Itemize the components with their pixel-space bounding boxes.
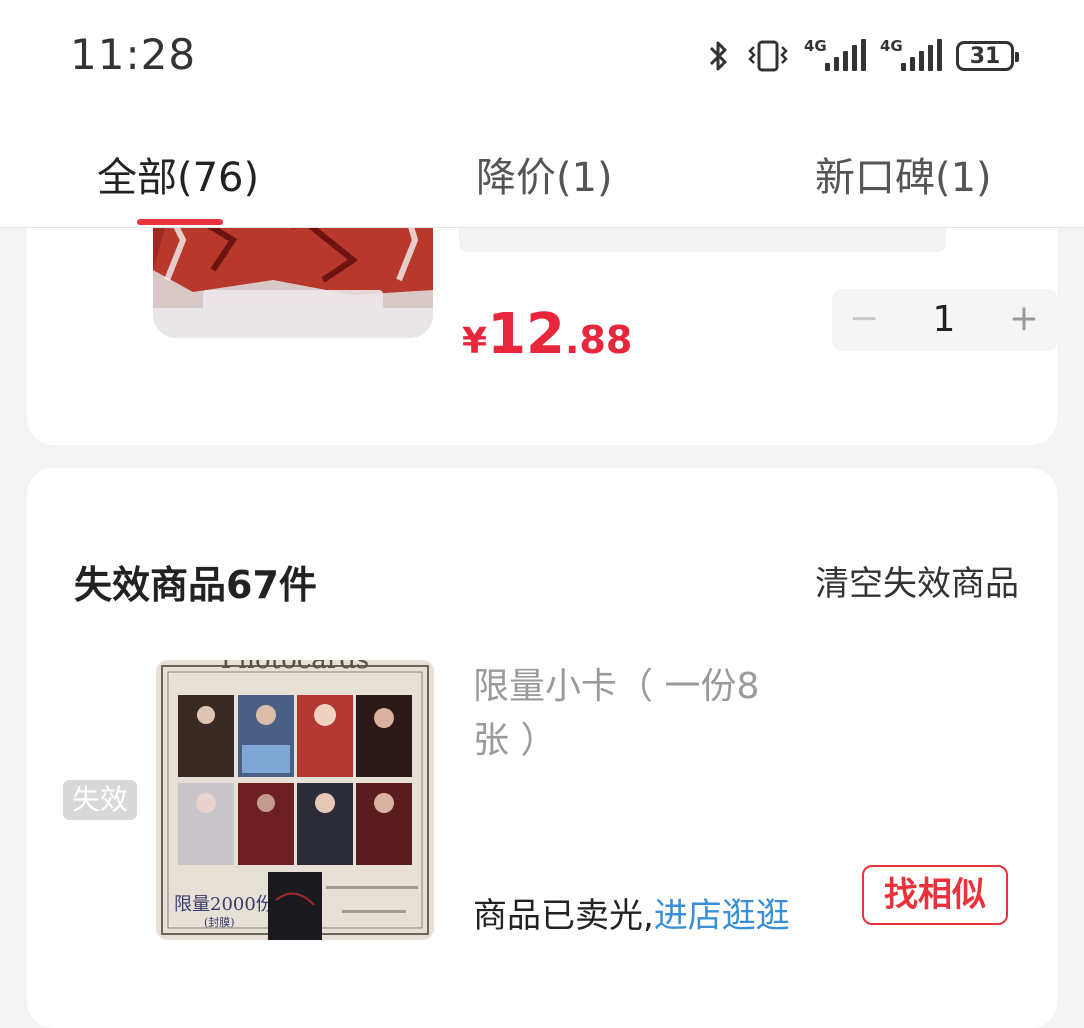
status-icons: 4G 4G 31 (706, 36, 1019, 76)
price-symbol: ¥ (462, 321, 488, 362)
status-time: 11:28 (70, 30, 197, 79)
status-bar: 11:28 4G 4G 31 (0, 0, 1084, 115)
svg-text:Photocards: Photocards (221, 660, 369, 675)
product-name[interactable]: 限量小卡（ 一份8张 ） (473, 660, 793, 768)
active-tab-indicator (137, 219, 223, 225)
signal-icon-1: 4G (804, 39, 866, 73)
invalid-items-card: 失效商品67件 清空失效商品 失效 Photocards 限量2000份 (封膜… (27, 468, 1057, 1028)
photocards-product-photo: Photocards 限量2000份 (封膜) (156, 660, 434, 940)
bluetooth-icon (709, 41, 727, 71)
signal-icon-2: 4G (880, 39, 942, 73)
price-integer: 12 (487, 302, 565, 367)
quantity-value[interactable]: 1 (924, 299, 964, 340)
sold-out-text: 商品已卖光, (473, 896, 654, 936)
tab-bar: 全部(76) 降价(1) 新口碑(1) (0, 115, 1084, 228)
minus-icon[interactable]: − (848, 301, 880, 337)
svg-text:限量2000份: 限量2000份 (174, 894, 274, 915)
sold-out-message: 商品已卖光,进店逛逛 (473, 888, 790, 937)
tab-all[interactable]: 全部(76) (97, 145, 259, 203)
price: ¥12.88 (462, 302, 632, 367)
find-similar-button[interactable]: 找相似 (862, 865, 1008, 925)
plus-icon[interactable]: + (1008, 301, 1040, 337)
price-decimal: .88 (565, 318, 633, 362)
battery-icon: 31 (956, 41, 1019, 71)
invalid-badge: 失效 (63, 780, 137, 820)
visit-shop-link[interactable]: 进店逛逛 (654, 896, 790, 936)
tab-price-drop[interactable]: 降价(1) (476, 145, 613, 203)
vibrate-icon (748, 40, 788, 72)
svg-text:(封膜): (封膜) (204, 915, 235, 929)
product-image[interactable]: Photocards 限量2000份 (封膜) (156, 660, 434, 940)
quantity-stepper: − 1 + (832, 289, 1057, 351)
battery-level: 31 (969, 43, 1001, 69)
clear-invalid-button[interactable]: 清空失效商品 (815, 556, 1019, 605)
tab-new-reviews[interactable]: 新口碑(1) (815, 145, 992, 203)
invalid-items-title: 失效商品67件 (74, 563, 317, 607)
